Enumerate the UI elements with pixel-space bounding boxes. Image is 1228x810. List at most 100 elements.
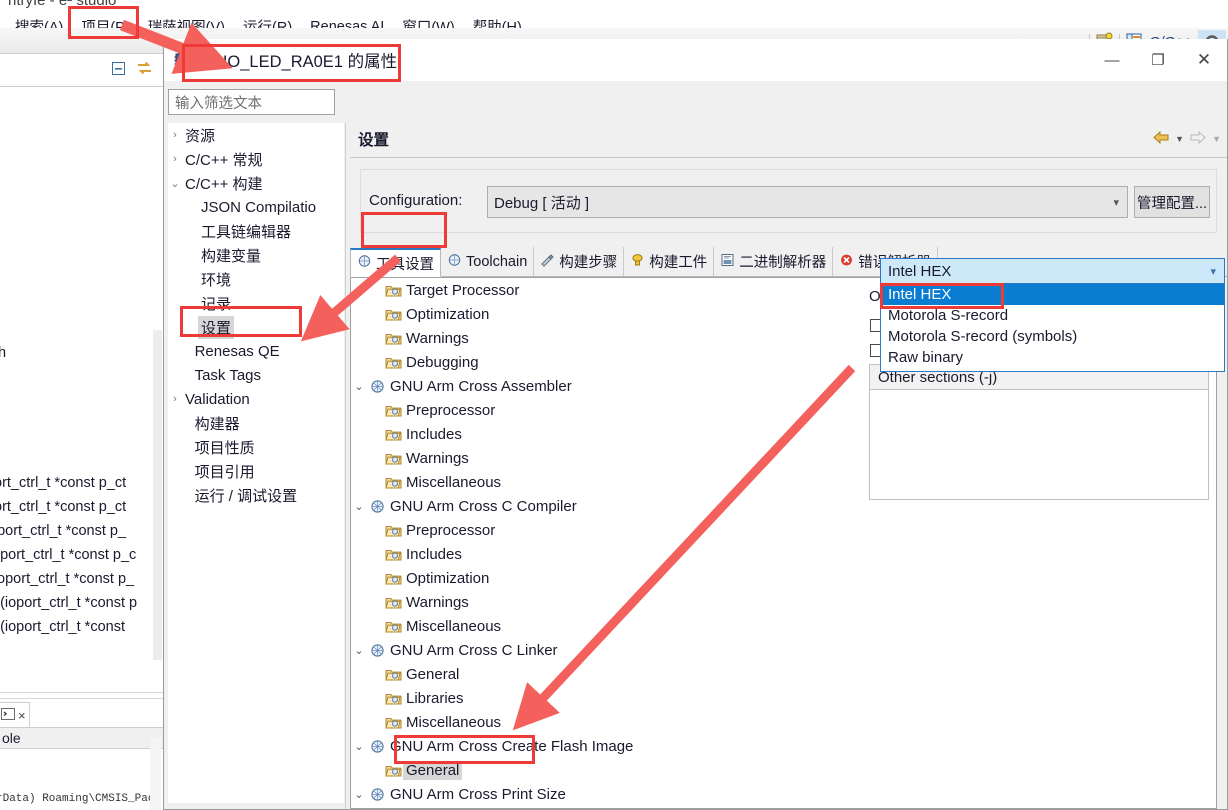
tool-tree-item[interactable]: Optimization — [351, 566, 863, 590]
link-with-editor-icon[interactable] — [136, 61, 153, 79]
tool-tree-item-label: GNU Arm Cross C Compiler — [390, 497, 577, 515]
nav-tree-item[interactable]: 构建器 — [168, 411, 344, 435]
folder-option-icon — [383, 715, 403, 730]
tool-tree-item[interactable]: ⌄ GNU Arm Cross Assembler — [351, 374, 863, 398]
back-menu-chevron-down-icon[interactable]: ▼ — [1175, 134, 1184, 144]
tab-binary-parser[interactable]: 二进制解析器 — [714, 247, 834, 276]
tool-settings-icon — [357, 254, 372, 272]
other-sections-list[interactable] — [869, 390, 1209, 500]
code-line: d(ioport_ctrl_t *const p — [0, 595, 138, 611]
tab-label: Toolchain — [466, 253, 528, 270]
nav-tree-item[interactable]: Task Tags — [168, 363, 344, 387]
tool-tree-item[interactable]: Includes — [351, 542, 863, 566]
output-file-format-dropdown[interactable]: Intel HEX Motorola S-record Motorola S-rec… — [880, 284, 1225, 372]
close-button[interactable]: ✕ — [1181, 39, 1227, 81]
dialog-splitter[interactable] — [345, 123, 346, 809]
tool-tree-item[interactable]: ⌄ GNU Arm Cross C Linker — [351, 638, 863, 662]
tool-tree-item[interactable]: Miscellaneous — [351, 614, 863, 638]
tool-icon — [367, 643, 387, 658]
nav-tree-item[interactable]: 工具链编辑器 — [168, 219, 344, 243]
tool-tree-item[interactable]: Includes — [351, 422, 863, 446]
tool-tree-item[interactable]: Warnings — [351, 590, 863, 614]
nav-tree-item[interactable]: 项目性质 — [168, 435, 344, 459]
chevron-down-icon[interactable]: ⌄ — [168, 177, 182, 190]
configuration-combo[interactable]: Debug [ 活动 ] ▾ — [487, 186, 1128, 218]
chevron-down-icon[interactable]: ▾ — [1210, 265, 1216, 278]
tool-tree-item[interactable]: ⌄ GNU Arm Cross Print Size — [351, 782, 863, 806]
tool-settings-tree[interactable]: Target Processor Optimization Warnings Debu… — [350, 277, 863, 809]
tool-tree-item[interactable]: Optimization — [351, 302, 863, 326]
chevron-down-icon[interactable]: ⌄ — [351, 644, 367, 657]
output-format-option[interactable]: Raw binary — [881, 347, 1224, 368]
chevron-right-icon[interactable]: › — [168, 153, 182, 165]
nav-tree-item[interactable]: Renesas QE — [168, 339, 344, 363]
nav-tree-item[interactable]: 记录 — [168, 291, 344, 315]
nav-tree-item[interactable]: 设置 — [168, 315, 344, 339]
nav-tree-item[interactable]: 运行 / 调试设置 — [168, 483, 344, 507]
tool-tree-item[interactable]: Libraries — [351, 686, 863, 710]
tool-tree-item-label: Warnings — [406, 329, 469, 347]
editor-scrollbar-thumb[interactable] — [153, 330, 162, 660]
tool-tree-item[interactable]: General — [351, 806, 863, 808]
tool-tree-item[interactable]: Preprocessor — [351, 518, 863, 542]
tool-tree-item[interactable]: ⌄ GNU Arm Cross C Compiler — [351, 494, 863, 518]
tool-tree-item[interactable]: Warnings — [351, 326, 863, 350]
nav-tree-item-label: Validation — [185, 390, 250, 408]
editor-code-area[interactable]: h ort_ctrl_t *const p_ct ort_ctrl_t *con… — [0, 90, 165, 690]
output-format-option[interactable]: Motorola S-record (symbols) — [881, 326, 1224, 347]
nav-tree-item-label: 记录 — [201, 295, 232, 313]
chevron-right-icon[interactable]: › — [168, 129, 182, 141]
tab-build-artifact[interactable]: 构建工件 — [624, 247, 715, 276]
collapse-all-icon[interactable] — [111, 61, 126, 79]
folder-option-icon — [383, 619, 403, 634]
chevron-down-icon[interactable]: ⌄ — [351, 500, 367, 513]
maximize-button[interactable]: ❐ — [1135, 39, 1181, 81]
nav-tree-item[interactable]: 项目引用 — [168, 459, 344, 483]
minimize-button[interactable]: — — [1089, 39, 1135, 81]
back-arrow-icon[interactable] — [1152, 130, 1170, 148]
console-scrollbar[interactable] — [150, 738, 161, 810]
tool-tree-item[interactable]: General — [351, 758, 863, 782]
output-file-format-combo[interactable]: Intel HEX ▾ — [880, 258, 1225, 284]
tab-toolchain[interactable]: Toolchain — [441, 247, 535, 276]
manage-configurations-button[interactable]: 管理配置... — [1134, 186, 1210, 218]
tool-tree-item[interactable]: Miscellaneous — [351, 470, 863, 494]
chevron-down-icon[interactable]: ⌄ — [351, 380, 367, 393]
folder-option-icon — [383, 307, 403, 322]
chevron-right-icon[interactable]: › — [168, 393, 182, 405]
tool-tree-item[interactable]: Miscellaneous — [351, 710, 863, 734]
console-tab-close-icon[interactable]: × — [18, 708, 26, 723]
output-format-option[interactable]: Intel HEX — [881, 284, 1224, 305]
tool-tree-item[interactable]: Target Processor — [351, 278, 863, 302]
tab-tool-settings[interactable]: 工具设置 — [350, 248, 441, 277]
tool-tree-item-label: Includes — [406, 425, 462, 443]
console-body[interactable]: rData) Roaming\CMSIS_Pac — [0, 749, 160, 809]
folder-option-icon — [383, 547, 403, 562]
nav-tree-item[interactable]: 构建变量 — [168, 243, 344, 267]
tool-tree-item[interactable]: General — [351, 662, 863, 686]
dialog-titlebar: GPIO_LED_RA0E1 的属性 — ❐ ✕ — [164, 39, 1227, 81]
filter-input[interactable]: 输入筛选文本 — [168, 89, 335, 115]
console-tab[interactable]: × — [0, 702, 30, 728]
nav-tree-item[interactable]: › C/C++ 常规 — [168, 147, 344, 171]
nav-tree-item[interactable]: › Validation — [168, 387, 344, 411]
output-format-option[interactable]: Motorola S-record — [881, 305, 1224, 326]
nav-tree-item[interactable]: 环境 — [168, 267, 344, 291]
build-artifact-icon — [630, 253, 645, 271]
nav-tree-item[interactable]: JSON Compilatio — [168, 195, 344, 219]
tool-tree-item[interactable]: Preprocessor — [351, 398, 863, 422]
code-line: ort_ctrl_t *const p_ct — [0, 475, 127, 491]
tool-tree-item[interactable]: Debugging — [351, 350, 863, 374]
tool-tree-item[interactable]: Warnings — [351, 446, 863, 470]
chevron-down-icon[interactable]: ⌄ — [351, 788, 367, 801]
nav-tree-item[interactable]: › 资源 — [168, 123, 344, 147]
tool-tree-item[interactable]: ⌄ GNU Arm Cross Create Flash Image — [351, 734, 863, 758]
chevron-down-icon[interactable]: ⌄ — [351, 740, 367, 753]
nav-tree-item-label: Renesas QE — [194, 342, 280, 360]
tool-tree-item-label: Debugging — [406, 353, 479, 371]
properties-nav-tree[interactable]: › 资源 › C/C++ 常规 ⌄ C/C++ 构建 JSON Compilatio 工具链编… — [168, 123, 344, 803]
tab-build-steps[interactable]: 构建步骤 — [534, 247, 625, 276]
ide-window-title-text: ntryIe - e² studio — [8, 0, 117, 9]
tool-tree-item-label: General — [403, 760, 463, 780]
nav-tree-item[interactable]: ⌄ C/C++ 构建 — [168, 171, 344, 195]
